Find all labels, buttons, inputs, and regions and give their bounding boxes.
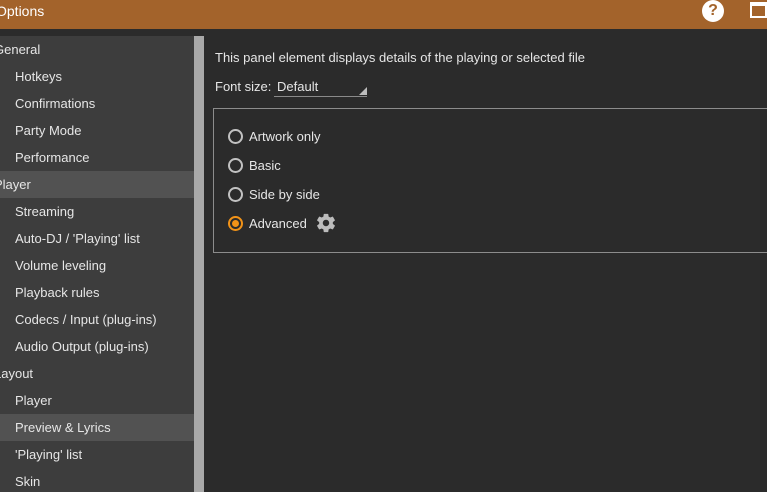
help-icon[interactable]: ?: [702, 0, 724, 22]
option-basic[interactable]: Basic: [228, 156, 281, 174]
font-size-value: Default: [277, 79, 319, 94]
dropdown-arrow-icon: [359, 87, 367, 95]
gear-icon[interactable]: [315, 212, 337, 234]
sidebar-item-layout-player[interactable]: Player: [0, 387, 194, 414]
window-title: Options: [0, 3, 45, 19]
option-label: Side by side: [249, 186, 320, 202]
sidebar-item-preview-lyrics[interactable]: Preview & Lyrics: [0, 414, 194, 441]
font-size-select[interactable]: Default: [274, 78, 367, 97]
maximize-icon[interactable]: [750, 2, 767, 18]
option-label: Advanced: [249, 215, 307, 231]
option-advanced[interactable]: Advanced: [228, 212, 337, 234]
panel-description: This panel element displays details of t…: [215, 50, 585, 65]
sidebar-item-skin[interactable]: Skin: [0, 468, 194, 492]
options-sidebar: General Hotkeys Confirmations Party Mode…: [0, 36, 194, 492]
sidebar-group-player[interactable]: Player: [0, 171, 194, 198]
settings-panel: This panel element displays details of t…: [204, 36, 767, 492]
radio-advanced[interactable]: [228, 215, 243, 231]
sidebar-item-playing-list[interactable]: 'Playing' list: [0, 441, 194, 468]
option-side-by-side[interactable]: Side by side: [228, 185, 320, 203]
sidebar-group-layout[interactable]: Layout: [0, 360, 194, 387]
sidebar-item-streaming[interactable]: Streaming: [0, 198, 194, 225]
display-mode-group: Artwork only Basic Side by side Advanced: [213, 108, 767, 253]
option-label: Basic: [249, 157, 281, 173]
sidebar-item-audio-output[interactable]: Audio Output (plug-ins): [0, 333, 194, 360]
sidebar-item-performance[interactable]: Performance: [0, 144, 194, 171]
sidebar-group-general[interactable]: General: [0, 36, 194, 63]
option-artwork-only[interactable]: Artwork only: [228, 127, 321, 145]
sidebar-item-hotkeys[interactable]: Hotkeys: [0, 63, 194, 90]
option-label: Artwork only: [249, 128, 321, 144]
sidebar-item-codecs-input[interactable]: Codecs / Input (plug-ins): [0, 306, 194, 333]
sidebar-item-confirmations[interactable]: Confirmations: [0, 90, 194, 117]
radio-artwork-only[interactable]: [228, 128, 243, 144]
radio-basic[interactable]: [228, 157, 243, 173]
sidebar-item-volume-leveling[interactable]: Volume leveling: [0, 252, 194, 279]
title-bar: Options ?: [0, 0, 767, 29]
sidebar-scrollbar[interactable]: [194, 36, 204, 492]
sidebar-item-playback-rules[interactable]: Playback rules: [0, 279, 194, 306]
radio-side-by-side[interactable]: [228, 186, 243, 202]
font-size-label: Font size:: [215, 79, 272, 94]
sidebar-item-auto-dj[interactable]: Auto-DJ / 'Playing' list: [0, 225, 194, 252]
sidebar-item-party-mode[interactable]: Party Mode: [0, 117, 194, 144]
